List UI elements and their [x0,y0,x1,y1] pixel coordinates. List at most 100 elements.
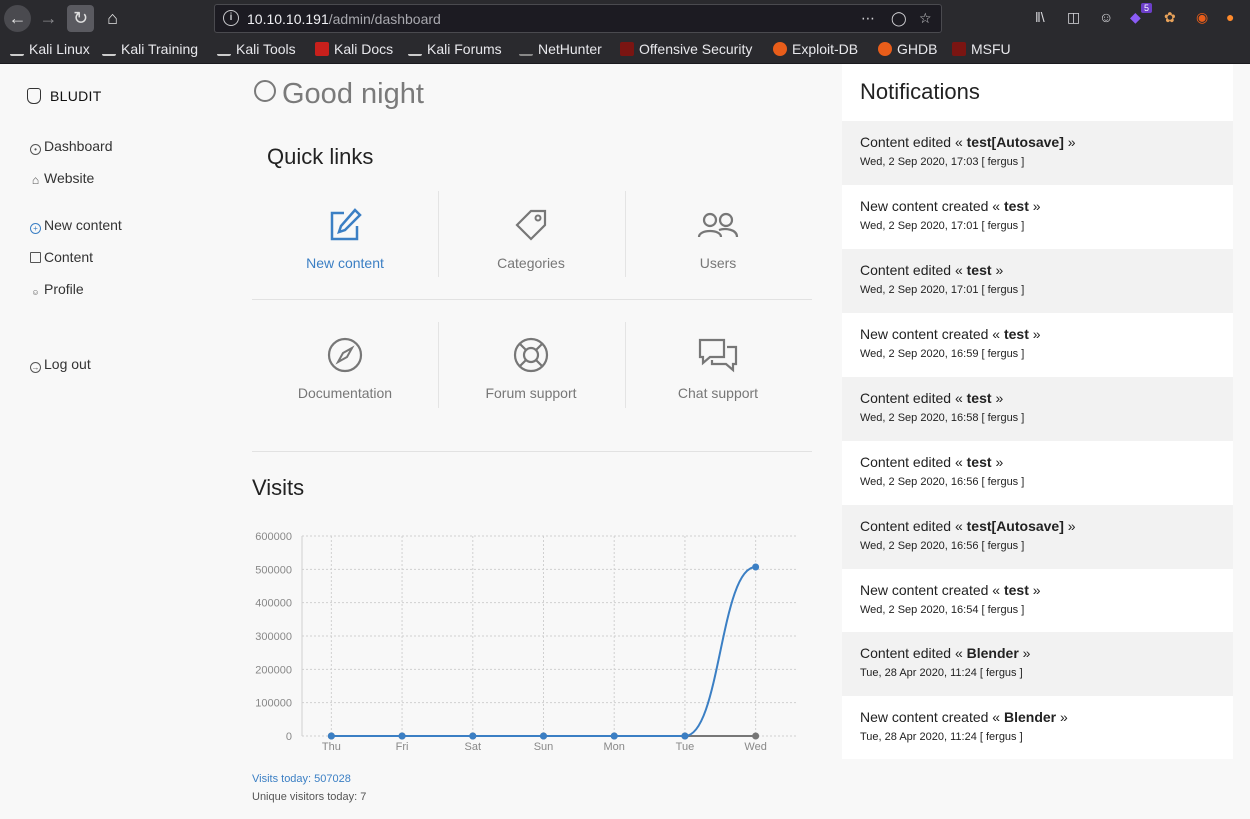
notification-meta: Wed, 2 Sep 2020, 16:54 [ fergus ] [860,604,1025,616]
notification-target[interactable]: test [967,454,992,470]
sidebar-item-profile[interactable]: ☺ Profile [30,281,83,299]
bookmark-kali-linux[interactable]: Kali Linux [10,41,90,57]
sidebar-item-new-content[interactable]: + New content [30,217,122,234]
pocket-icon[interactable]: ◯ [891,10,907,27]
url-host: 10.10.10.191 [247,11,329,27]
cookie-icon[interactable]: ✿ [1164,9,1176,26]
bookmark-star-icon[interactable]: ☆ [919,10,932,27]
firefox-icon[interactable]: ● [1226,9,1234,25]
greeting-text: Good night [282,78,424,110]
page-actions-icon[interactable]: ⋯ [861,10,875,27]
notification-target[interactable]: test[Autosave] [967,518,1064,534]
notification-meta: Wed, 2 Sep 2020, 17:03 [ fergus ] [860,156,1025,168]
notification-target[interactable]: Blender [1004,709,1056,725]
url-bar[interactable]: i 10.10.10.191/admin/dashboard ⋯ ◯ ☆ [214,4,942,33]
notification-text: New content created « test » [860,582,1233,598]
notification-target[interactable]: test [1004,326,1029,342]
notification-target[interactable]: test[Autosave] [967,134,1064,150]
notification-item: Content edited « test[Autosave] » Wed, 2… [842,121,1233,185]
quick-link-documentation[interactable]: Documentation [252,337,438,401]
data-point [610,732,618,740]
kali-dragon-icon [102,42,116,56]
divider [252,451,812,452]
reload-icon[interactable]: ↻ [67,5,94,32]
forward-arrow-icon[interactable]: → [35,5,62,32]
notification-text: Content edited « Blender » [860,645,1233,661]
edit-icon [330,208,362,241]
y-tick-label: 400000 [255,598,292,610]
addon-icon[interactable]: ◉ [1196,9,1208,26]
info-icon[interactable]: i [223,10,239,26]
bookmark-kali-forums[interactable]: Kali Forums [408,41,502,57]
data-point [752,563,760,571]
notification-item: New content created « test » Wed, 2 Sep … [842,313,1233,377]
bookmark-label: Kali Forums [427,41,502,57]
notification-text: New content created « Blender » [860,709,1233,725]
account-icon[interactable]: ☺ [1099,9,1113,25]
quick-link-label: Chat support [677,385,759,401]
notification-action: New content created « [860,326,1001,342]
bookmark-ghdb[interactable]: GHDB [878,41,937,57]
unique-visitors-today: Unique visitors today: 7 [252,791,367,803]
notification-target[interactable]: test [967,390,992,406]
logout-icon: → [30,362,41,373]
data-point [540,732,547,740]
bookmark-offensive-security[interactable]: Offensive Security [620,41,752,57]
bookmark-kali-training[interactable]: Kali Training [102,41,198,57]
sidebar-item-website[interactable]: ⌂ Website [30,170,94,187]
notification-quote: » [1060,709,1068,725]
bookmark-kali-docs[interactable]: Kali Docs [315,41,393,57]
bookmark-msfu[interactable]: MSFU [952,41,1011,57]
notification-text: New content created « test » [860,198,1233,214]
notification-action: Content edited « [860,645,963,661]
quick-link-chat-support[interactable]: Chat support [625,337,811,401]
sidebar-item-label: Website [44,170,95,186]
sidebar-item-label: Log out [44,356,91,372]
notification-quote: » [995,262,1004,278]
bookmark-exploit-db[interactable]: Exploit-DB [773,41,858,57]
brand[interactable]: BLUDIT [27,88,102,104]
lifebuoy-icon [513,337,549,373]
notification-target[interactable]: test [967,262,992,278]
sidebar-item-logout[interactable]: → Log out [30,356,91,373]
notification-text: Content edited « test » [860,390,1233,406]
visits-chart: 600000 500000 400000 300000 200000 100000 0 Thu… [255,531,797,753]
notification-text: Content edited « test[Autosave] » [860,518,1233,534]
sidebar-icon[interactable]: ◫ [1067,9,1080,26]
bookmarks-toolbar: Kali Linux Kali Training Kali Tools Kali… [0,37,1250,64]
notification-item: New content created « test » Wed, 2 Sep … [842,185,1233,249]
bookmark-label: GHDB [897,41,938,57]
x-tick-label: Sat [465,741,482,753]
url-text[interactable]: 10.10.10.191/admin/dashboard [247,11,441,27]
bookmark-nethunter[interactable]: NetHunter [519,41,602,57]
notification-text: Content edited « test[Autosave] » [860,134,1233,150]
notification-item: Content edited « test » Wed, 2 Sep 2020,… [842,377,1233,441]
extension-icon[interactable]: ◆ [1130,9,1141,26]
notification-quote: » [1067,518,1076,534]
x-tick-label: Fri [396,741,409,753]
offsec-icon [620,42,634,56]
notification-action: Content edited « [860,454,963,470]
notification-target[interactable]: test [1004,198,1029,214]
notification-meta: Wed, 2 Sep 2020, 17:01 [ fergus ] [860,220,1025,232]
notification-target[interactable]: test [1004,582,1029,598]
library-icon[interactable]: ‖\ [1035,9,1045,25]
quick-link-categories[interactable]: Categories [438,207,624,271]
quick-link-users[interactable]: Users [625,207,811,271]
back-arrow-icon[interactable]: ← [4,5,31,32]
kali-docs-icon [315,42,329,56]
bookmark-label: NetHunter [538,41,602,57]
notification-action: New content created « [860,198,1001,214]
sidebar-item-dashboard[interactable]: • Dashboard [30,138,113,155]
y-tick-label: 600000 [255,531,292,543]
bludit-logo-icon [27,88,41,104]
home-icon[interactable]: ⌂ [99,5,126,32]
exploit-db-icon [773,42,787,56]
plus-circle-icon: + [30,223,41,234]
notification-target[interactable]: Blender [967,645,1019,661]
sidebar-item-content[interactable]: Content [30,249,93,265]
quick-link-forum-support[interactable]: Forum support [438,337,624,401]
quick-link-new-content[interactable]: New content [252,207,438,271]
bookmark-kali-tools[interactable]: Kali Tools [217,41,296,57]
notification-item: Content edited « test » Wed, 2 Sep 2020,… [842,441,1233,505]
